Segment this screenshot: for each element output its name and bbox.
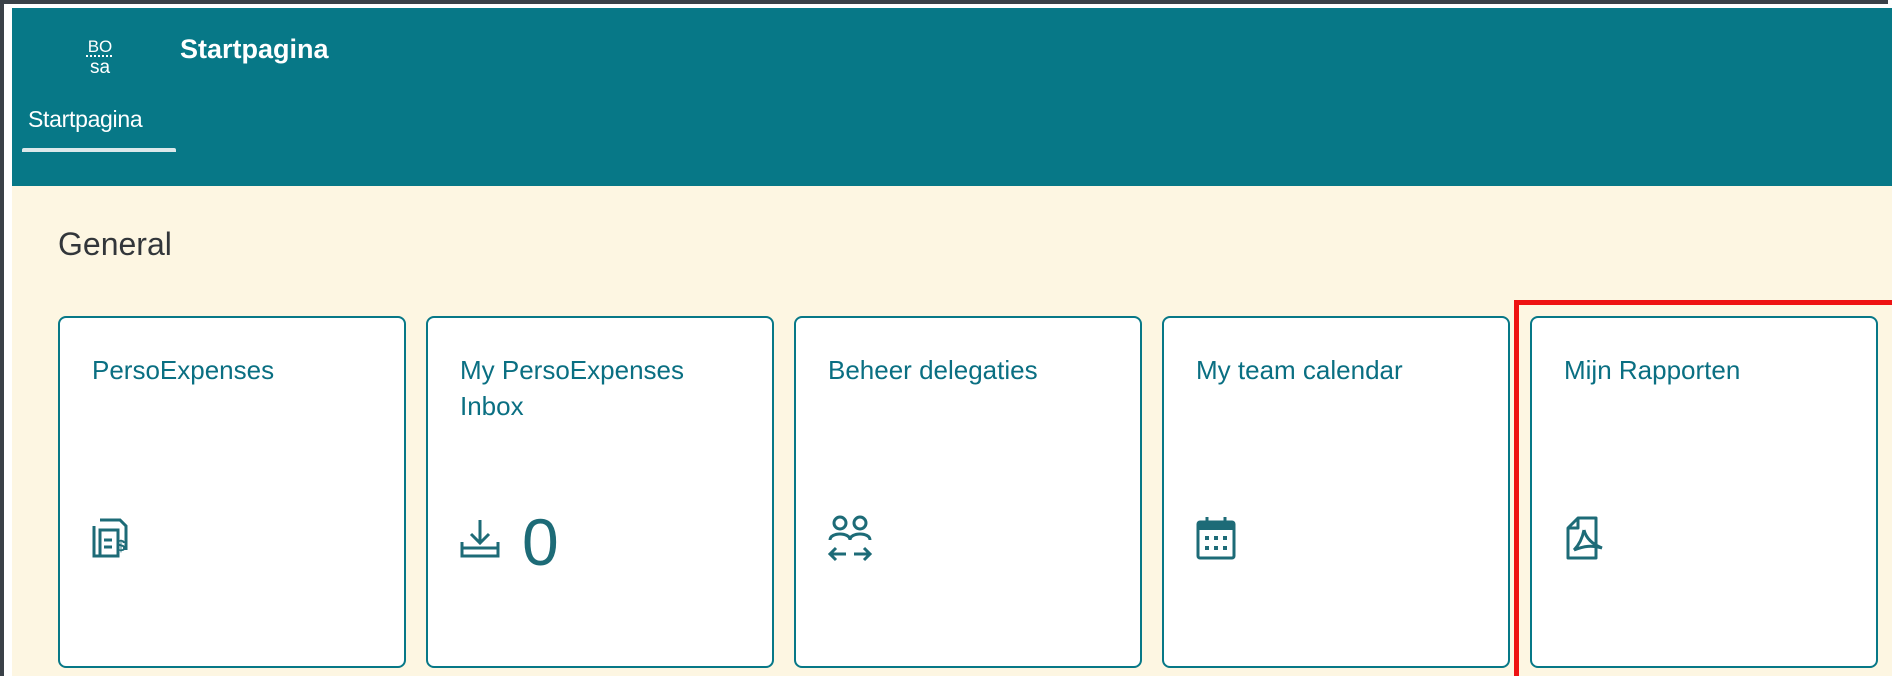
tile-my-persoexpenses-inbox[interactable]: My PersoExpenses Inbox 0	[426, 316, 774, 668]
shell-bar: BO sa Startpagina Startpagina	[12, 8, 1892, 186]
tile-title: My PersoExpenses Inbox	[460, 355, 684, 421]
delegation-people-icon	[827, 515, 873, 562]
svg-text:$: $	[117, 538, 126, 555]
tile-title: Mijn Rapporten	[1564, 355, 1741, 385]
tile-count: 0	[522, 505, 559, 579]
logo-text-bottom: sa	[90, 57, 111, 78]
tile-title: Beheer delegaties	[828, 355, 1038, 385]
tile-beheer-delegaties[interactable]: Beheer delegaties	[794, 316, 1142, 668]
tile-mijn-rapporten[interactable]: Mijn Rapporten	[1530, 316, 1878, 668]
tile-my-team-calendar[interactable]: My team calendar	[1162, 316, 1510, 668]
expense-report-icon: $	[92, 518, 128, 558]
logo-text-top: BO	[88, 37, 113, 56]
shell-title: Startpagina	[180, 34, 329, 64]
tab-startpagina[interactable]: Startpagina	[28, 106, 143, 133]
bosa-logo[interactable]: BO sa	[80, 34, 120, 78]
pdf-document-icon	[1566, 516, 1603, 560]
tab-selected-indicator	[22, 148, 176, 152]
calendar-icon	[1196, 517, 1236, 560]
section-title: General	[58, 226, 172, 262]
tile-title: My team calendar	[1196, 355, 1403, 385]
tile-title: PersoExpenses	[92, 355, 275, 385]
inbox-download-icon	[460, 520, 500, 558]
tile-persoexpenses[interactable]: PersoExpenses $	[58, 316, 406, 668]
